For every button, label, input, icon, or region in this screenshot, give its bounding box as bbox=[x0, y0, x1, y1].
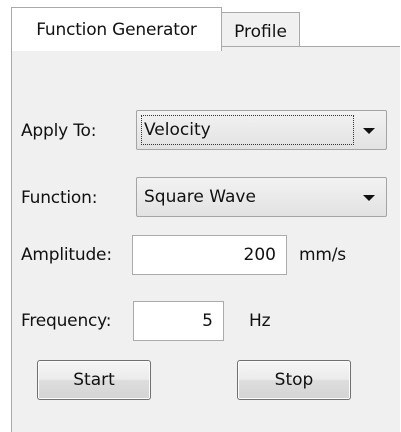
amplitude-value: 200 bbox=[243, 245, 276, 265]
amplitude-label: Amplitude: bbox=[21, 245, 112, 265]
function-label: Function: bbox=[21, 188, 98, 208]
tab-function-generator-label: Function Generator bbox=[36, 19, 197, 40]
function-dropdown[interactable]: Square Wave bbox=[136, 177, 387, 217]
frequency-input[interactable]: 5 bbox=[133, 301, 224, 341]
amplitude-unit: mm/s bbox=[299, 245, 346, 265]
tab-profile-label: Profile bbox=[234, 21, 287, 42]
tab-function-generator[interactable]: Function Generator bbox=[11, 7, 222, 51]
chevron-down-icon bbox=[363, 128, 375, 134]
start-button-label: Start bbox=[73, 370, 115, 390]
apply-to-label: Apply To: bbox=[21, 121, 97, 141]
stop-button[interactable]: Stop bbox=[237, 360, 351, 400]
chevron-down-icon bbox=[363, 195, 375, 201]
frequency-label: Frequency: bbox=[21, 311, 112, 331]
tab-profile[interactable]: Profile bbox=[221, 12, 300, 46]
amplitude-input[interactable]: 200 bbox=[132, 235, 287, 275]
frequency-value: 5 bbox=[202, 311, 213, 331]
function-selected-value: Square Wave bbox=[144, 187, 256, 207]
start-button[interactable]: Start bbox=[37, 360, 151, 400]
frequency-unit: Hz bbox=[249, 311, 271, 331]
function-generator-panel: Apply To: Velocity Function: Square Wave… bbox=[11, 46, 400, 432]
apply-to-dropdown[interactable]: Velocity bbox=[136, 110, 387, 150]
stop-button-label: Stop bbox=[274, 370, 314, 390]
function-generator-window: Function Generator Profile Apply To: Vel… bbox=[0, 0, 401, 432]
apply-to-selected-value: Velocity bbox=[144, 120, 211, 140]
